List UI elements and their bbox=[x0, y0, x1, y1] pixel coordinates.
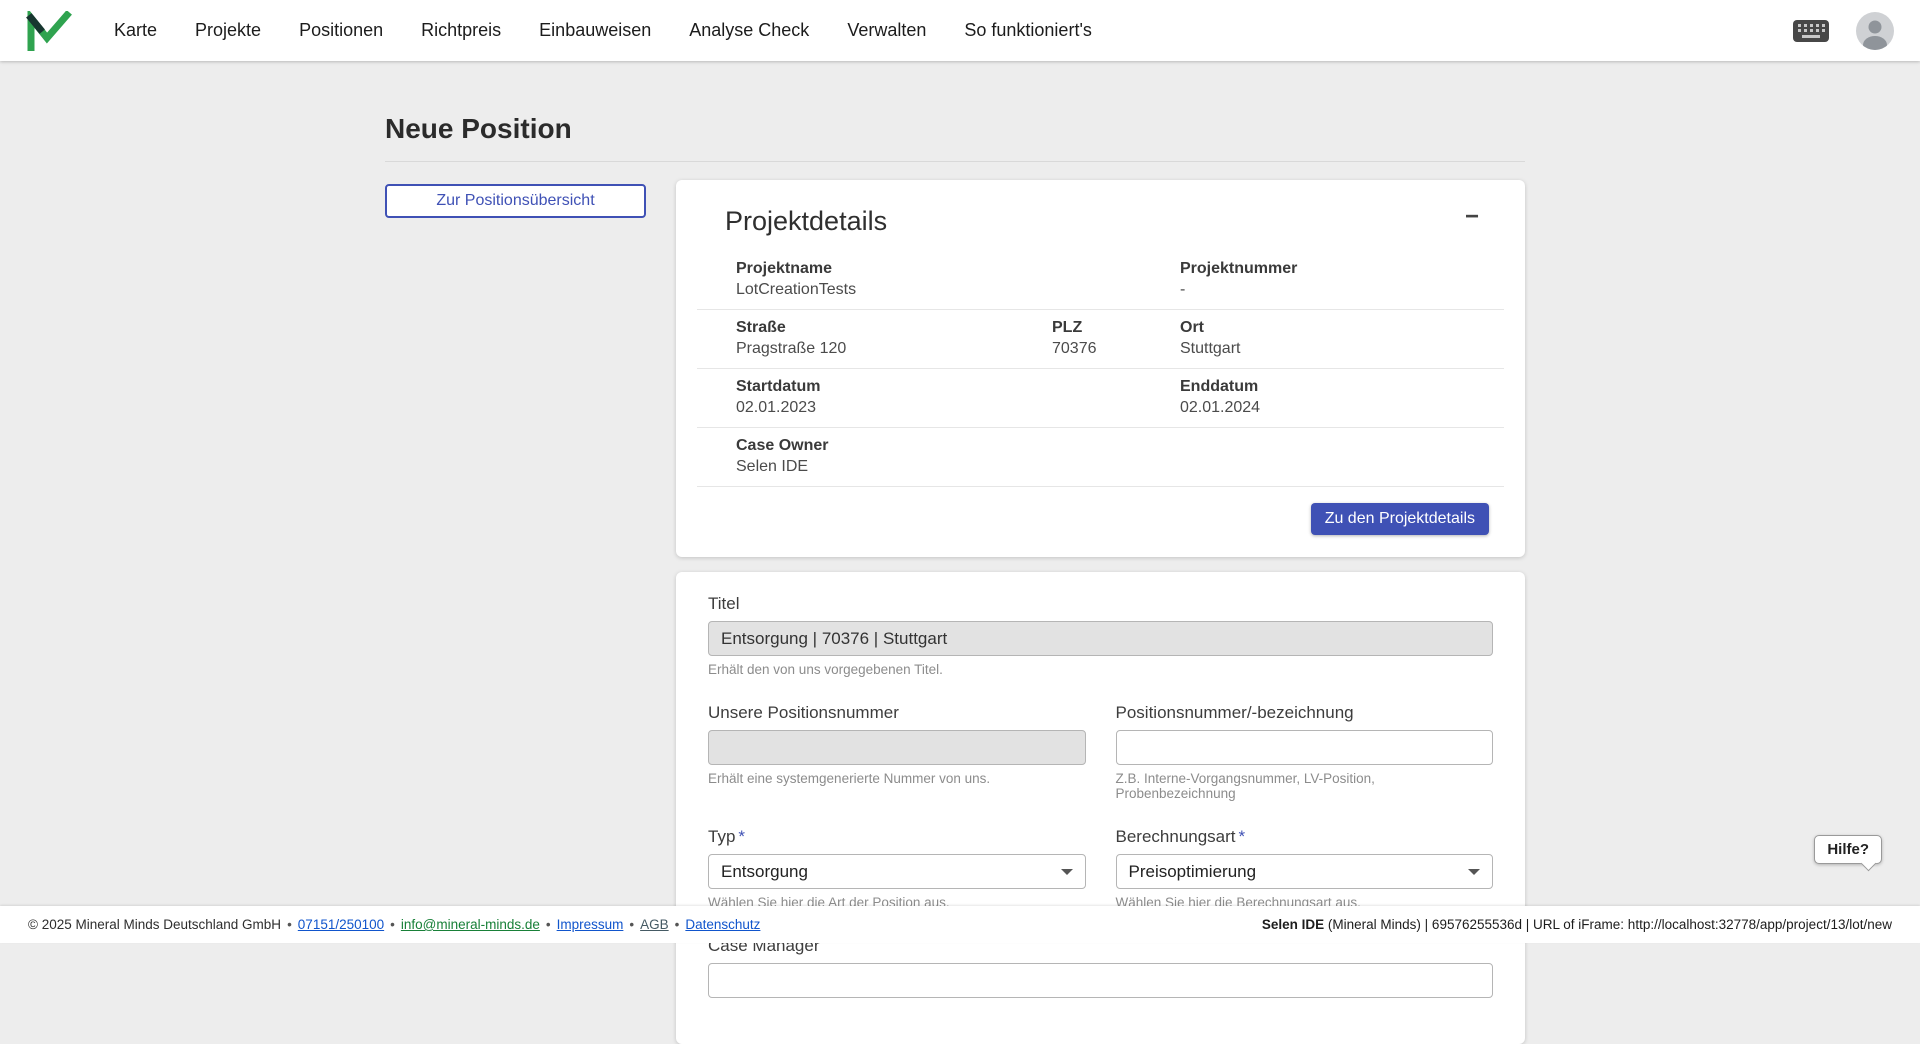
nav-item-analyse-check[interactable]: Analyse Check bbox=[689, 20, 809, 41]
footer-separator: • bbox=[390, 917, 395, 932]
field-typ: Typ* Entsorgung Wählen Sie hier die Art … bbox=[708, 827, 1086, 910]
titel-input bbox=[708, 621, 1493, 656]
footer-email-link[interactable]: info@mineral-minds.de bbox=[401, 917, 540, 932]
title-divider bbox=[385, 161, 1525, 162]
unsere-positionsnummer-helper: Erhält eine systemgenerierte Nummer von … bbox=[708, 771, 1086, 786]
projektname-label: Projektname bbox=[736, 260, 1180, 278]
table-row: Case Owner Selen IDE bbox=[697, 428, 1504, 487]
nav-item-projekte[interactable]: Projekte bbox=[195, 20, 261, 41]
ort-value: Stuttgart bbox=[1180, 340, 1504, 358]
nav-item-richtpreis[interactable]: Richtpreis bbox=[421, 20, 501, 41]
enddatum-label: Enddatum bbox=[1180, 378, 1504, 396]
footer-left: © 2025 Mineral Minds Deutschland GmbH • … bbox=[28, 917, 760, 932]
footer-phone-link[interactable]: 07151/250100 bbox=[298, 917, 384, 932]
header-actions bbox=[1792, 12, 1894, 50]
unsere-positionsnummer-input bbox=[708, 730, 1086, 765]
case-manager-input[interactable] bbox=[708, 963, 1493, 998]
field-case-owner: Case Owner Selen IDE bbox=[697, 437, 1504, 476]
field-ort: Ort Stuttgart bbox=[1180, 319, 1504, 358]
footer-copyright: © 2025 Mineral Minds Deutschland GmbH bbox=[28, 917, 281, 932]
footer-separator: • bbox=[546, 917, 551, 932]
field-case-manager: Case Manager bbox=[708, 936, 1493, 998]
berechnungsart-select[interactable]: Preisoptimierung bbox=[1116, 854, 1494, 889]
chevron-down-icon bbox=[1061, 869, 1073, 875]
table-row: Projektname LotCreationTests Projektnumm… bbox=[697, 251, 1504, 310]
keyboard-icon[interactable] bbox=[1792, 19, 1830, 43]
typ-select[interactable]: Entsorgung bbox=[708, 854, 1086, 889]
nav-item-karte[interactable]: Karte bbox=[114, 20, 157, 41]
field-titel: Titel Erhält den von uns vorgegebenen Ti… bbox=[708, 594, 1493, 677]
typ-select-value: Entsorgung bbox=[721, 862, 808, 882]
field-enddatum: Enddatum 02.01.2024 bbox=[1180, 378, 1504, 417]
nav-item-einbauweisen[interactable]: Einbauweisen bbox=[539, 20, 651, 41]
positionsnummer-helper: Z.B. Interne-Vorgangsnummer, LV-Position… bbox=[1116, 771, 1494, 801]
footer-separator: • bbox=[675, 917, 680, 932]
berechnungsart-select-value: Preisoptimierung bbox=[1129, 862, 1257, 882]
project-card-title: Projektdetails bbox=[725, 206, 1476, 237]
nav-item-so-funktionierts[interactable]: So funktioniert's bbox=[964, 20, 1092, 41]
positionsnummer-input[interactable] bbox=[1116, 730, 1494, 765]
plz-value: 70376 bbox=[1052, 340, 1180, 358]
field-projektnummer: Projektnummer - bbox=[1180, 260, 1504, 299]
nav-item-verwalten[interactable]: Verwalten bbox=[847, 20, 926, 41]
top-nav-bar: Karte Projekte Positionen Richtpreis Ein… bbox=[0, 0, 1920, 61]
field-positionsnummer: Positionsnummer/-bezeichnung Z.B. Intern… bbox=[1116, 703, 1494, 801]
startdatum-label: Startdatum bbox=[736, 378, 1180, 396]
projektnummer-label: Projektnummer bbox=[1180, 260, 1504, 278]
field-unsere-positionsnummer: Unsere Positionsnummer Erhält eine syste… bbox=[708, 703, 1086, 801]
titel-helper: Erhält den von uns vorgegebenen Titel. bbox=[708, 662, 1493, 677]
mineral-minds-logo-icon bbox=[26, 11, 72, 51]
titel-label: Titel bbox=[708, 594, 1493, 614]
strasse-value: Pragstraße 120 bbox=[736, 340, 1052, 358]
positionsnummer-label: Positionsnummer/-bezeichnung bbox=[1116, 703, 1494, 723]
footer-separator: • bbox=[629, 917, 634, 932]
projektnummer-value: - bbox=[1180, 281, 1504, 299]
left-column: Zur Positionsübersicht bbox=[385, 180, 646, 218]
projektname-value: LotCreationTests bbox=[736, 281, 1180, 299]
help-button-label: Hilfe? bbox=[1827, 841, 1869, 858]
page-title: Neue Position bbox=[385, 113, 1525, 145]
help-button[interactable]: Hilfe? bbox=[1814, 835, 1882, 864]
startdatum-value: 02.01.2023 bbox=[736, 399, 1180, 417]
field-plz: PLZ 70376 bbox=[1052, 319, 1180, 358]
typ-label: Typ bbox=[708, 827, 735, 846]
case-owner-value: Selen IDE bbox=[736, 458, 1504, 476]
table-row: Straße Pragstraße 120 PLZ 70376 Ort Stut… bbox=[697, 310, 1504, 369]
project-details-card: Projektdetails − Projektname LotCreation… bbox=[676, 180, 1525, 557]
footer-session-info: Selen IDE (Mineral Minds) | 69576255536d… bbox=[1262, 917, 1892, 932]
back-to-positions-button[interactable]: Zur Positionsübersicht bbox=[385, 184, 646, 218]
berechnungsart-required-marker: * bbox=[1239, 827, 1246, 846]
nav-item-positionen[interactable]: Positionen bbox=[299, 20, 383, 41]
strasse-label: Straße bbox=[736, 319, 1052, 337]
app-logo[interactable] bbox=[26, 10, 74, 52]
field-berechnungsart: Berechnungsart* Preisoptimierung Wählen … bbox=[1116, 827, 1494, 910]
footer-impressum-link[interactable]: Impressum bbox=[557, 917, 624, 932]
project-details-button[interactable]: Zu den Projektdetails bbox=[1311, 503, 1489, 535]
plz-label: PLZ bbox=[1052, 319, 1180, 337]
user-avatar[interactable] bbox=[1856, 12, 1894, 50]
project-details-table: Projektname LotCreationTests Projektnumm… bbox=[697, 251, 1504, 487]
footer-session-details: (Mineral Minds) | 69576255536d | URL of … bbox=[1324, 917, 1892, 932]
field-projektname: Projektname LotCreationTests bbox=[697, 260, 1180, 299]
unsere-positionsnummer-label: Unsere Positionsnummer bbox=[708, 703, 1086, 723]
typ-required-marker: * bbox=[738, 827, 745, 846]
footer: © 2025 Mineral Minds Deutschland GmbH • … bbox=[0, 906, 1920, 943]
case-owner-label: Case Owner bbox=[736, 437, 1504, 455]
chevron-down-icon bbox=[1468, 869, 1480, 875]
main-nav: Karte Projekte Positionen Richtpreis Ein… bbox=[114, 20, 1092, 41]
footer-user-name: Selen IDE bbox=[1262, 917, 1324, 932]
table-row: Startdatum 02.01.2023 Enddatum 02.01.202… bbox=[697, 369, 1504, 428]
enddatum-value: 02.01.2024 bbox=[1180, 399, 1504, 417]
footer-datenschutz-link[interactable]: Datenschutz bbox=[685, 917, 760, 932]
collapse-card-button[interactable]: − bbox=[1459, 204, 1485, 230]
new-position-form-card: Titel Erhält den von uns vorgegebenen Ti… bbox=[676, 572, 1525, 1044]
field-strasse: Straße Pragstraße 120 bbox=[697, 319, 1052, 358]
field-startdatum: Startdatum 02.01.2023 bbox=[697, 378, 1180, 417]
footer-separator: • bbox=[287, 917, 292, 932]
footer-agb-link[interactable]: AGB bbox=[640, 917, 669, 932]
main-content: Neue Position Zur Positionsübersicht Pro… bbox=[0, 61, 1920, 1044]
ort-label: Ort bbox=[1180, 319, 1504, 337]
berechnungsart-label: Berechnungsart bbox=[1116, 827, 1236, 846]
